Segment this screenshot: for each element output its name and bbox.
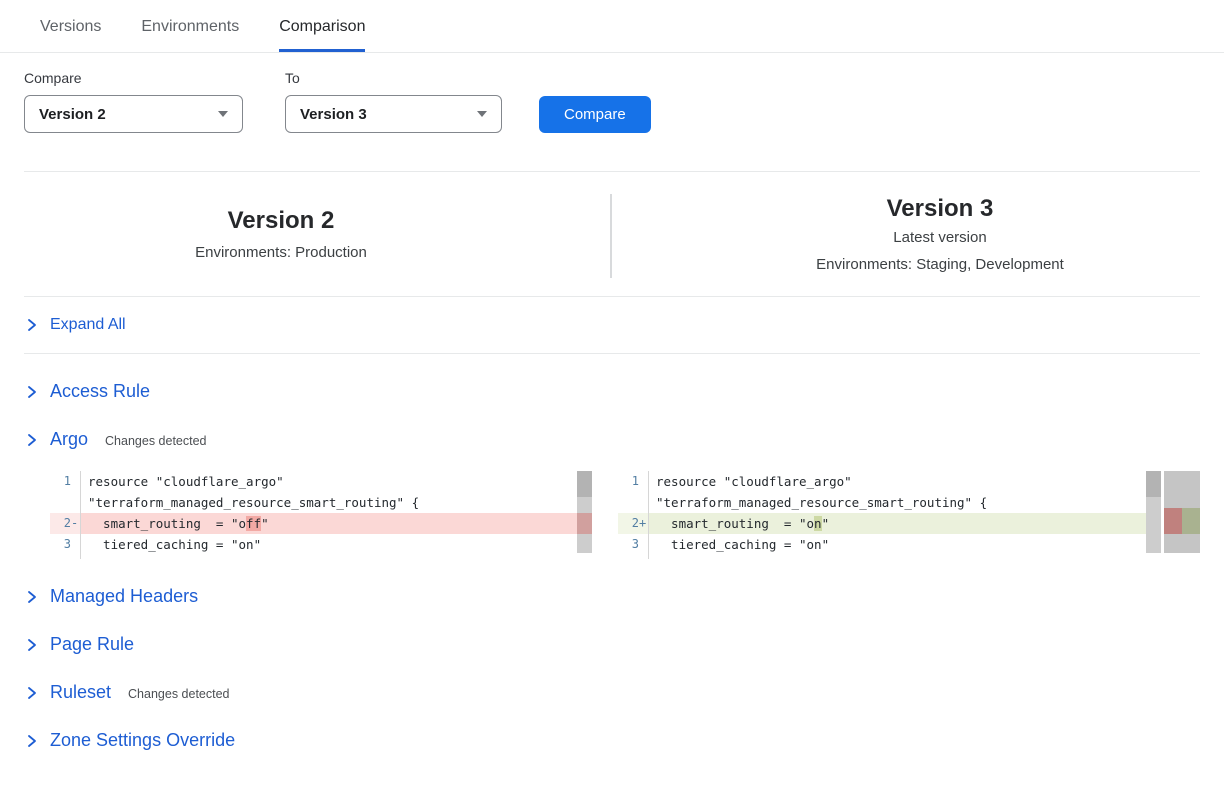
- compare-controls: Compare Version 2 To Version 3 Compare: [0, 53, 1224, 133]
- divider: [24, 353, 1200, 354]
- scrollbar-thumb[interactable]: [577, 471, 592, 497]
- line-number: 3: [618, 534, 639, 555]
- expand-all-button[interactable]: Expand All: [0, 297, 1224, 353]
- chevron-right-icon: [24, 316, 40, 334]
- code-line-added: smart_routing = "on": [648, 513, 1146, 534]
- removed-sign: -: [71, 513, 80, 534]
- diff-pane-right: 1 resource "cloudflare_argo" "terraform_…: [618, 471, 1200, 559]
- section-label: Access Rule: [50, 381, 150, 402]
- version-headers: Version 2 Environments: Production Versi…: [0, 172, 1224, 296]
- section-managed-headers[interactable]: Managed Headers: [24, 586, 1224, 607]
- code-line-wrap: "terraform_managed_resource_smart_routin…: [80, 492, 592, 513]
- added-word-highlight: n: [814, 516, 822, 531]
- compare-version-value: Version 2: [39, 106, 106, 123]
- compare-version-select[interactable]: Version 2: [24, 95, 243, 133]
- code-line: tiered_caching = "on": [648, 534, 1146, 555]
- chevron-right-icon: [24, 636, 40, 654]
- to-version-value: Version 3: [300, 106, 367, 123]
- tab-bar: Versions Environments Comparison: [0, 0, 1224, 53]
- code-line: resource "cloudflare_argo": [80, 471, 592, 492]
- chevron-right-icon: [24, 732, 40, 750]
- diff-left-scrollbar[interactable]: [577, 471, 592, 553]
- scrollbar-removed-mark: [577, 513, 592, 534]
- added-sign: +: [639, 513, 648, 534]
- version-left-header: Version 2 Environments: Production: [0, 194, 610, 278]
- section-ruleset[interactable]: Ruleset Changes detected: [24, 682, 1224, 703]
- diff-right-scrollbar[interactable]: [1146, 471, 1161, 553]
- to-version-select[interactable]: Version 3: [285, 95, 502, 133]
- section-zone-settings-override[interactable]: Zone Settings Override: [24, 730, 1224, 751]
- code-line: tiered_caching = "on": [80, 534, 592, 555]
- tab-versions[interactable]: Versions: [40, 18, 101, 52]
- changes-detected-badge: Changes detected: [105, 434, 206, 448]
- tab-environments[interactable]: Environments: [141, 18, 239, 52]
- left-version-environments: Environments: Production: [0, 239, 562, 266]
- line-number: 2: [50, 513, 71, 534]
- overview-added-mark: [1182, 508, 1200, 534]
- diff-pane-left: 1 resource "cloudflare_argo" "terraform_…: [50, 471, 592, 559]
- section-label: Managed Headers: [50, 586, 198, 607]
- chevron-down-icon: [477, 111, 487, 117]
- changes-detected-badge: Changes detected: [128, 687, 229, 701]
- compare-select-label: Compare: [24, 70, 243, 86]
- overview-removed-mark: [1164, 508, 1182, 534]
- code-line: }: [80, 555, 592, 559]
- line-number: 2: [618, 513, 639, 534]
- compare-button[interactable]: Compare: [539, 96, 651, 133]
- chevron-right-icon: [24, 431, 40, 449]
- section-label: Ruleset: [50, 682, 111, 703]
- section-label: Page Rule: [50, 634, 134, 655]
- code-line-wrap: "terraform_managed_resource_smart_routin…: [648, 492, 1146, 513]
- scrollbar-thumb[interactable]: [1146, 471, 1161, 497]
- argo-diff: 1 resource "cloudflare_argo" "terraform_…: [50, 471, 1224, 559]
- section-label: Zone Settings Override: [50, 730, 235, 751]
- code-line: }: [648, 555, 1146, 559]
- diff-overview-ruler[interactable]: [1164, 471, 1200, 553]
- chevron-right-icon: [24, 684, 40, 702]
- right-version-environments: Environments: Staging, Development: [656, 251, 1224, 278]
- chevron-right-icon: [24, 383, 40, 401]
- to-select-label: To: [285, 70, 502, 86]
- chevron-down-icon: [218, 111, 228, 117]
- section-access-rule[interactable]: Access Rule: [24, 381, 1224, 402]
- line-number: 1: [50, 471, 71, 492]
- right-version-title: Version 3: [656, 194, 1224, 224]
- code-line-removed: smart_routing = "off": [80, 513, 592, 534]
- section-argo[interactable]: Argo Changes detected: [24, 429, 1224, 450]
- chevron-right-icon: [24, 588, 40, 606]
- right-version-latest: Latest version: [656, 224, 1224, 251]
- line-number: 1: [618, 471, 639, 492]
- version-right-header: Version 3 Latest version Environments: S…: [612, 194, 1224, 278]
- code-line: resource "cloudflare_argo": [648, 471, 1146, 492]
- section-page-rule[interactable]: Page Rule: [24, 634, 1224, 655]
- expand-all-label: Expand All: [50, 316, 126, 334]
- line-number: 3: [50, 534, 71, 555]
- tab-comparison[interactable]: Comparison: [279, 18, 365, 52]
- removed-word-highlight: ff: [246, 516, 261, 531]
- left-version-title: Version 2: [0, 206, 562, 236]
- section-label: Argo: [50, 429, 88, 450]
